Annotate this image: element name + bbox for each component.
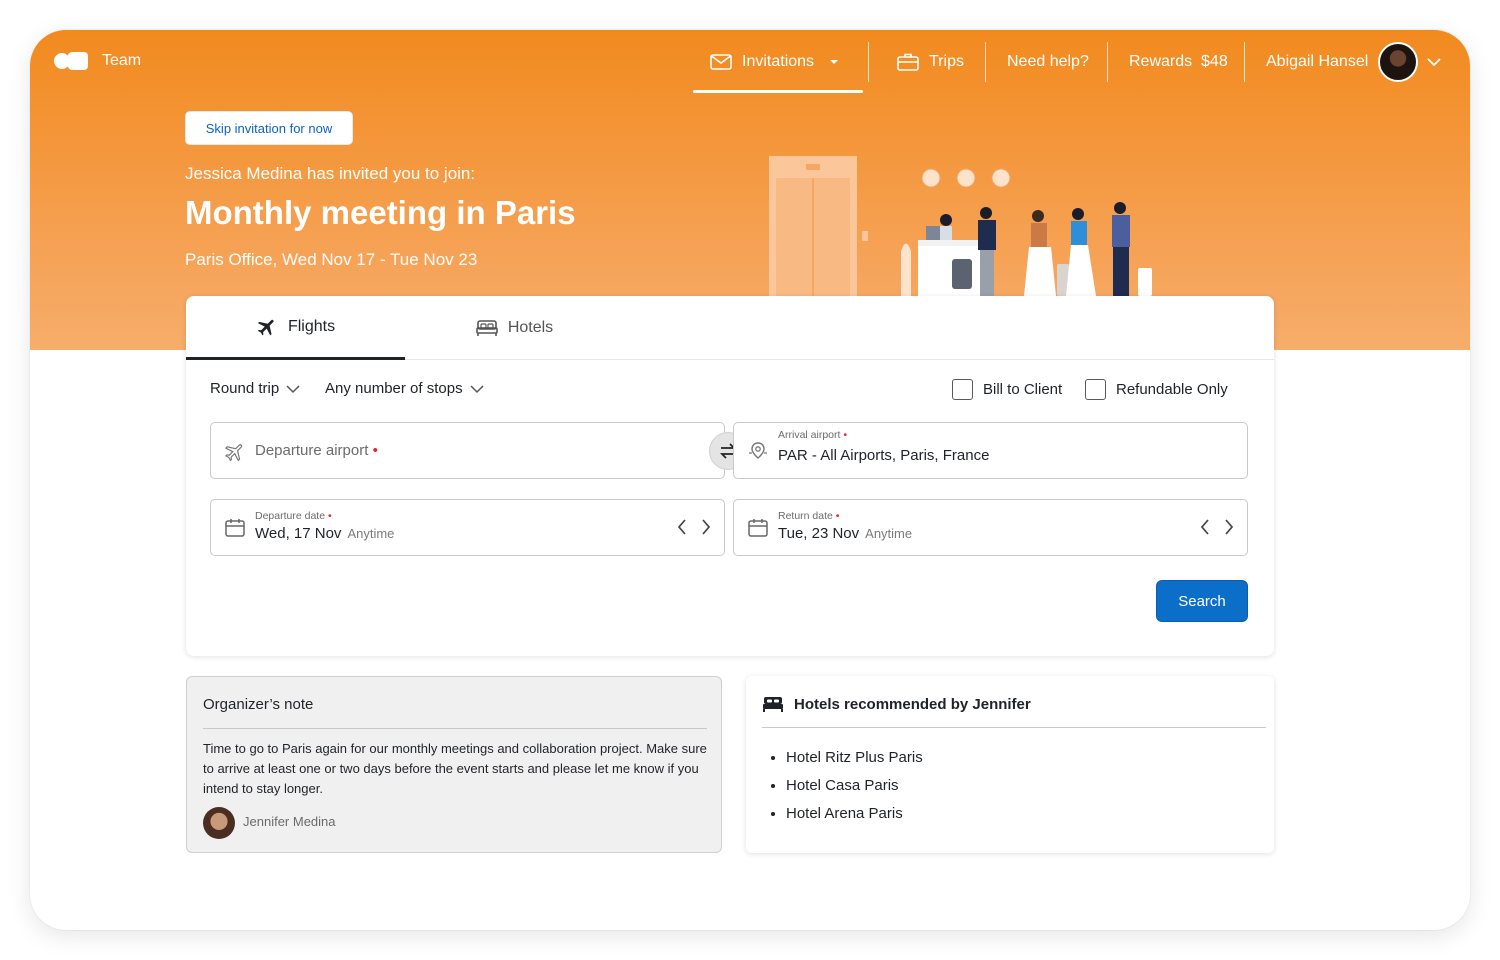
mail-icon xyxy=(710,54,732,70)
skip-invitation-button[interactable]: Skip invitation for now xyxy=(185,111,353,145)
list-item: Hotel Casa Paris xyxy=(786,774,923,802)
location-pin-icon xyxy=(749,442,767,459)
user-name[interactable]: Abigail Hansel xyxy=(1266,50,1368,74)
bed-icon xyxy=(476,320,498,336)
rewards-label: Rewards xyxy=(1129,53,1193,70)
return-time: Anytime xyxy=(865,526,913,541)
event-title: Monthly meeting in Paris xyxy=(185,194,576,231)
app-frame: Team Invitations Trips Need help? Reward… xyxy=(30,30,1470,930)
bed-icon xyxy=(763,697,783,712)
checkbox-box[interactable] xyxy=(1085,379,1106,400)
trip-type-value: Round trip xyxy=(210,380,280,397)
search-tabs: Flights Hotels xyxy=(186,296,1274,360)
stops-value: Any number of stops xyxy=(325,380,463,397)
nav-trips[interactable]: Trips xyxy=(897,50,964,74)
logo-icon[interactable] xyxy=(54,52,88,70)
return-date-field[interactable]: Return date • Tue, 23 Nov Anytime xyxy=(733,499,1248,556)
bill-to-client-checkbox[interactable]: Bill to Client xyxy=(952,379,1062,400)
chevron-down-icon[interactable] xyxy=(1426,54,1442,70)
chevron-left-icon[interactable] xyxy=(676,518,688,536)
invite-line: Jessica Medina has invited you to join: xyxy=(185,164,476,183)
date-stepper xyxy=(676,518,712,536)
nav-rewards[interactable]: Rewards $48 xyxy=(1129,50,1228,74)
organizer-note-title: Organizer’s note xyxy=(203,696,314,713)
recommended-hotels-title: Hotels recommended by Jennifer xyxy=(762,695,1031,713)
chevron-left-icon[interactable] xyxy=(1199,518,1211,536)
brand-name[interactable]: Team xyxy=(102,52,141,70)
list-item: Hotel Arena Paris xyxy=(786,802,923,830)
organizer-name: Jennifer Medina xyxy=(243,814,336,829)
calendar-icon xyxy=(225,519,245,537)
tab-flights-label: Flights xyxy=(287,317,336,335)
return-date-value: Tue, 23 Nov Anytime xyxy=(778,525,913,542)
suitcase-icon xyxy=(897,53,919,71)
rewards-value: $48 xyxy=(1201,53,1228,70)
divider xyxy=(762,727,1266,728)
departure-airport-field[interactable]: Departure airport • xyxy=(210,422,725,479)
date-stepper xyxy=(1199,518,1235,536)
recommended-hotels-card: Hotels recommended by Jennifer Hotel Rit… xyxy=(746,676,1274,853)
chevron-right-icon[interactable] xyxy=(1223,518,1235,536)
departure-date-field[interactable]: Departure date • Wed, 17 Nov Anytime xyxy=(210,499,725,556)
nav-active-indicator xyxy=(693,90,863,93)
checkbox-box[interactable] xyxy=(952,379,973,400)
nav-trips-label: Trips xyxy=(929,53,964,70)
nav-divider xyxy=(1107,42,1108,82)
chevron-down-icon xyxy=(286,384,300,393)
organizer-avatar xyxy=(203,807,235,839)
bill-to-client-label: Bill to Client xyxy=(983,381,1063,398)
search-card: Flights Hotels Round trip Any number of … xyxy=(186,296,1274,656)
departure-date-value: Wed, 17 Nov Anytime xyxy=(255,525,395,542)
departure-airport-placeholder: Departure airport • xyxy=(255,442,378,459)
recommended-hotels-list: Hotel Ritz Plus Paris Hotel Casa Paris H… xyxy=(786,746,923,830)
search-button[interactable]: Search xyxy=(1156,580,1248,622)
chevron-down-icon xyxy=(470,384,484,393)
departure-time: Anytime xyxy=(347,526,395,541)
stops-dropdown[interactable]: Any number of stops xyxy=(325,380,485,397)
arrival-airport-field[interactable]: Arrival airport • PAR - All Airports, Pa… xyxy=(733,422,1248,479)
chevron-right-icon[interactable] xyxy=(700,518,712,536)
nav-invitations-label: Invitations xyxy=(742,53,815,70)
trip-type-dropdown[interactable]: Round trip xyxy=(210,380,301,397)
reception-illustration xyxy=(769,156,1152,296)
nav-help[interactable]: Need help? xyxy=(1007,50,1089,74)
organizer-note-card: Organizer’s note Time to go to Paris aga… xyxy=(186,676,722,853)
list-item: Hotel Ritz Plus Paris xyxy=(786,746,923,774)
return-date-label: Return date • xyxy=(778,510,840,522)
refundable-only-label: Refundable Only xyxy=(1116,381,1228,398)
required-mark: • xyxy=(372,442,378,459)
tab-flights[interactable]: Flights xyxy=(186,296,405,360)
top-nav: Team Invitations Trips Need help? Reward… xyxy=(30,30,1470,94)
nav-divider xyxy=(985,42,986,82)
airplane-icon xyxy=(257,319,274,335)
departure-plane-icon xyxy=(224,444,243,462)
arrival-airport-value: PAR - All Airports, Paris, France xyxy=(778,447,990,464)
nav-invitations[interactable]: Invitations xyxy=(710,50,844,74)
arrival-airport-label: Arrival airport • xyxy=(778,429,848,441)
calendar-icon xyxy=(748,519,768,537)
recommended-hotels-title-text: Hotels recommended by Jennifer xyxy=(794,695,1031,713)
nav-divider xyxy=(868,42,869,82)
organizer-note-body: Time to go to Paris again for our monthl… xyxy=(203,741,707,796)
departure-date-label: Departure date • xyxy=(255,510,332,522)
nav-divider xyxy=(1244,42,1245,82)
tab-hotels-label: Hotels xyxy=(507,319,554,336)
event-meta: Paris Office, Wed Nov 17 - Tue Nov 23 xyxy=(185,250,478,269)
caret-down-icon xyxy=(830,60,839,64)
tab-hotels[interactable]: Hotels xyxy=(405,296,624,360)
divider xyxy=(203,728,707,729)
user-avatar[interactable] xyxy=(1378,42,1418,82)
refundable-only-checkbox[interactable]: Refundable Only xyxy=(1085,379,1228,400)
